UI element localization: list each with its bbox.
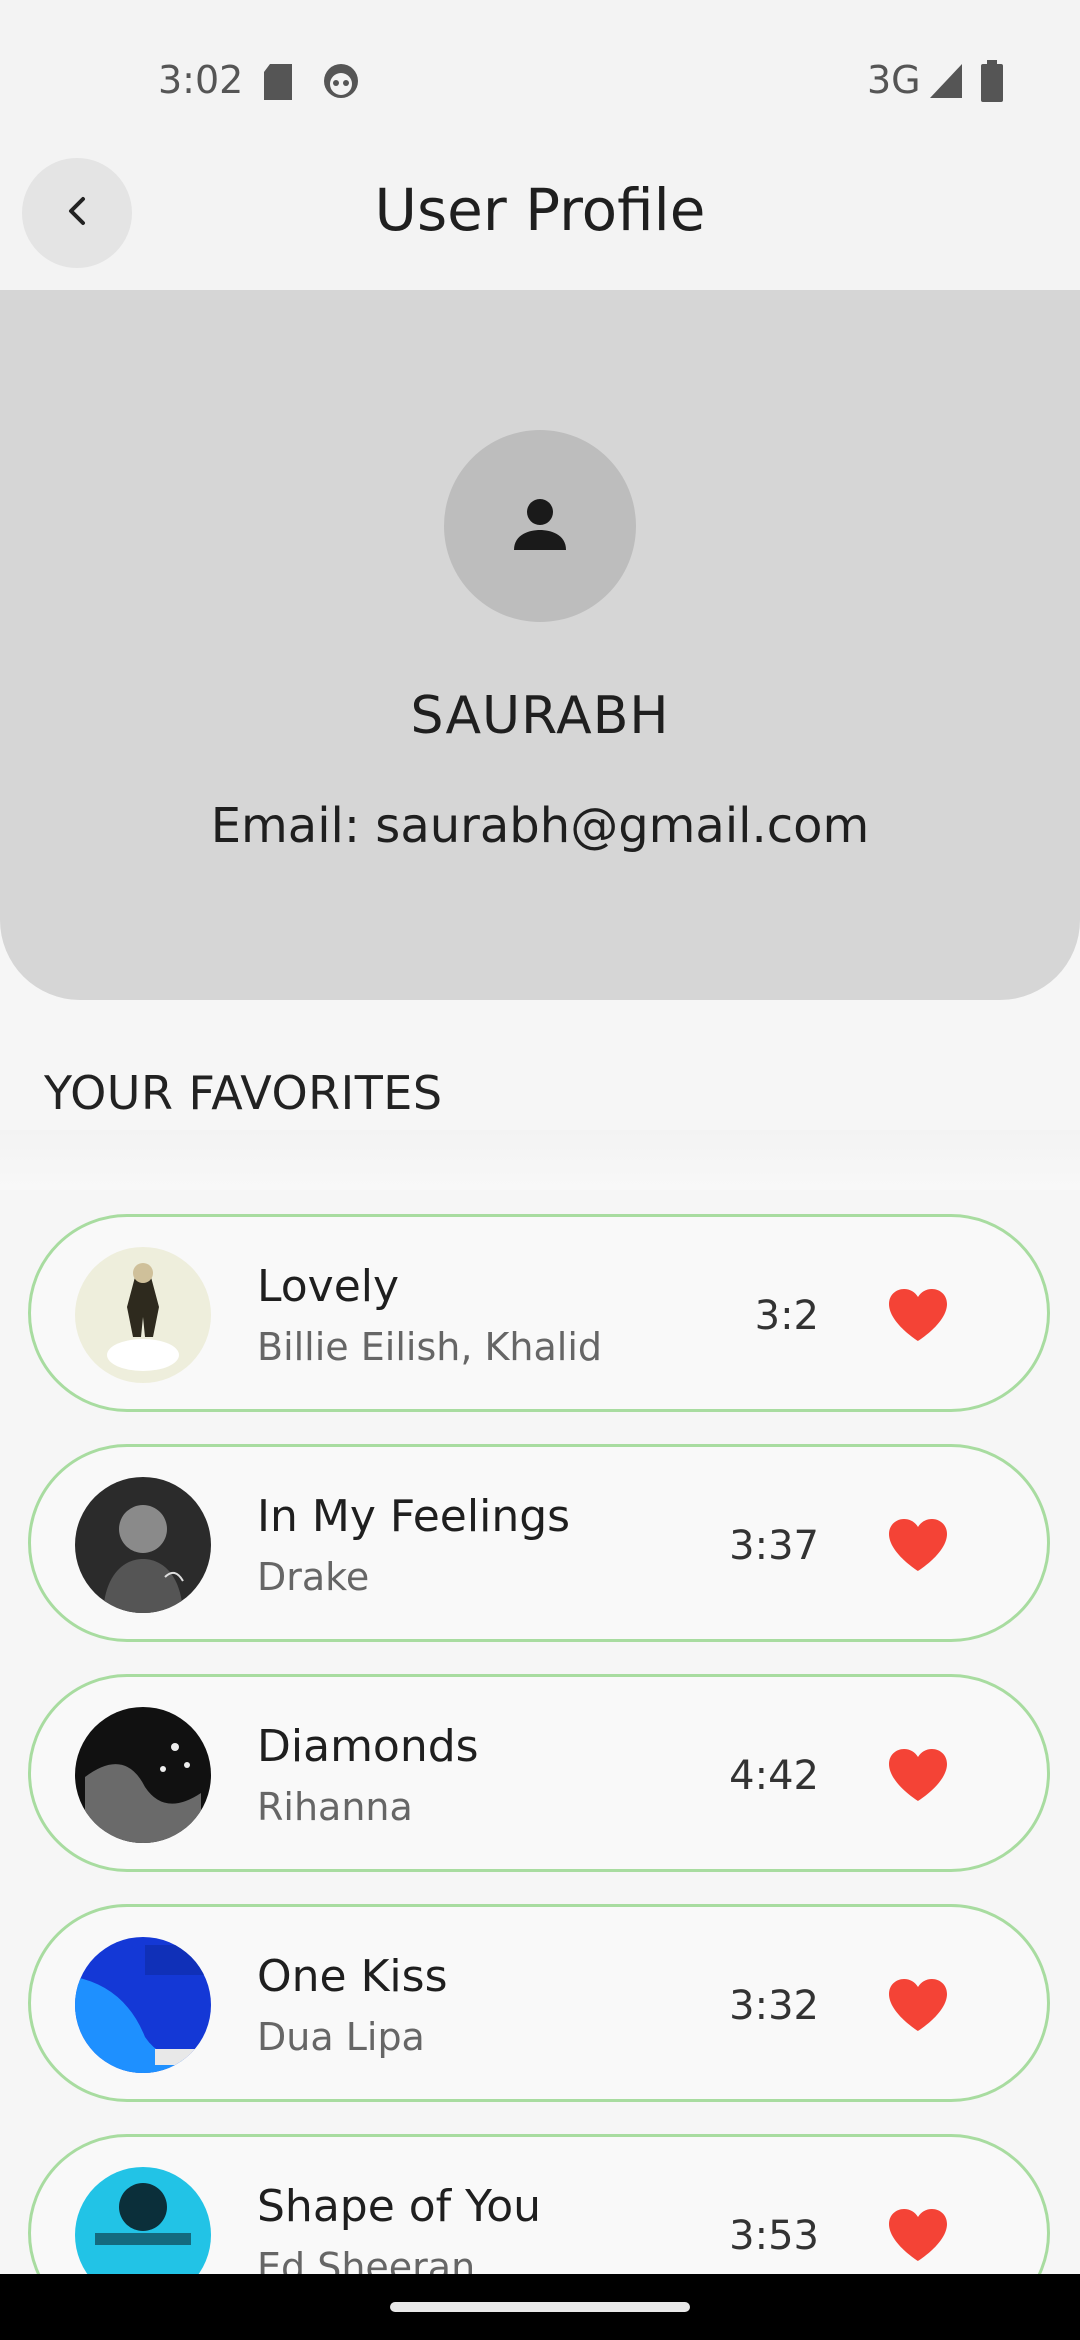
face-icon xyxy=(322,62,360,104)
song-artist: Drake xyxy=(257,1555,370,1599)
list-item[interactable]: One Kiss Dua Lipa 3:32 xyxy=(28,1904,1050,2102)
heart-icon[interactable] xyxy=(887,2207,949,2263)
user-name: SAURABH xyxy=(410,686,670,746)
heart-icon[interactable] xyxy=(887,1517,949,1573)
song-title: Diamonds xyxy=(257,1721,479,1772)
song-duration: 3:2 xyxy=(754,1293,819,1339)
heart-icon[interactable] xyxy=(887,1977,949,2033)
avatar xyxy=(444,430,636,622)
list-item[interactable]: Diamonds Rihanna 4:42 xyxy=(28,1674,1050,1872)
app-bar: User Profile xyxy=(0,140,1080,290)
song-duration: 3:32 xyxy=(729,1983,819,2029)
battery-icon xyxy=(980,60,1004,106)
status-bar: 3:02 3G xyxy=(0,0,1080,160)
song-title: Lovely xyxy=(257,1261,400,1312)
user-email: Email: saurabh@gmail.com xyxy=(210,798,870,854)
sd-card-icon xyxy=(262,62,294,106)
section-divider xyxy=(0,1130,1080,1190)
album-cover xyxy=(75,1477,211,1613)
song-title: One Kiss xyxy=(257,1951,448,2002)
navigation-bar xyxy=(0,2274,1080,2340)
network-label: 3G xyxy=(867,58,921,102)
heart-icon[interactable] xyxy=(887,1747,949,1803)
signal-icon xyxy=(928,62,964,104)
list-item[interactable]: In My Feelings Drake 3:37 xyxy=(28,1444,1050,1642)
song-artist: Dua Lipa xyxy=(257,2015,425,2059)
album-cover xyxy=(75,1707,211,1843)
page-title: User Profile xyxy=(374,176,706,244)
song-title: In My Feelings xyxy=(257,1491,571,1542)
song-duration: 3:53 xyxy=(729,2213,819,2259)
song-duration: 4:42 xyxy=(729,1753,819,1799)
song-artist: Rihanna xyxy=(257,1785,413,1829)
album-cover xyxy=(75,1247,211,1383)
album-cover xyxy=(75,1937,211,2073)
person-icon xyxy=(508,492,572,560)
song-title: Shape of You xyxy=(257,2181,542,2232)
favorites-title: YOUR FAVORITES xyxy=(44,1066,443,1120)
list-item[interactable]: Lovely Billie Eilish, Khalid 3:2 xyxy=(28,1214,1050,1412)
heart-icon[interactable] xyxy=(887,1287,949,1343)
home-handle[interactable] xyxy=(390,2302,690,2312)
status-time: 3:02 xyxy=(158,58,244,102)
profile-card: SAURABH Email: saurabh@gmail.com xyxy=(0,290,1080,1000)
song-artist: Billie Eilish, Khalid xyxy=(257,1325,603,1369)
song-duration: 3:37 xyxy=(729,1523,819,1569)
